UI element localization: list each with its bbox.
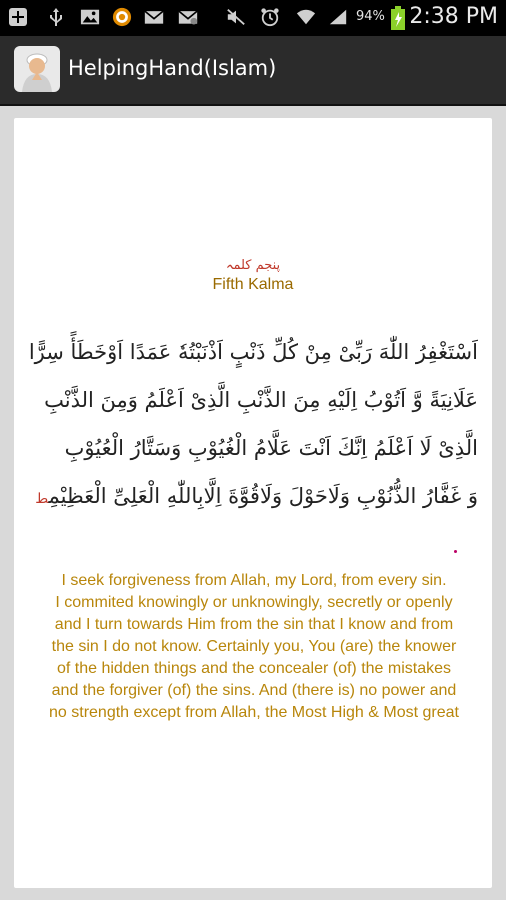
arabic-text: اَسْتَغْفِرُ اللّٰهَ رَبِّىْ مِنْ كُلِّ … — [28, 328, 478, 523]
clock: 2:38 PM — [409, 4, 498, 29]
translation-line: no strength except from Allah, the Most … — [49, 704, 459, 721]
status-bar: 94% 2:38 PM — [0, 0, 506, 36]
action-bar: HelpingHand(Islam) — [0, 36, 506, 106]
app-logo-icon[interactable] — [14, 46, 60, 92]
translation-line: I commited knowingly or unknowingly, sec… — [55, 594, 453, 611]
translation-line: and the forgiver (of) the sins. And (the… — [51, 682, 457, 699]
battery-percent: 94% — [356, 9, 385, 24]
urdu-title: پنجم کلمہ — [225, 258, 281, 273]
translation-line: of the hidden things and the concealer (… — [56, 660, 451, 677]
decorative-dot — [454, 550, 457, 553]
battery-icon — [390, 6, 406, 30]
usb-icon — [46, 7, 66, 27]
mail-alt-icon — [178, 7, 198, 27]
kalma-content-card: پنجم کلمہ Fifth Kalma اَسْتَغْفِرُ اللّٰ… — [14, 118, 492, 888]
arabic-line-text: وَ غَفَّارُ الذُّنُوْبِ وَلَاحَوْلَ وَلَ… — [48, 484, 479, 508]
english-translation: I seek forgiveness from Allah, my Lord, … — [24, 570, 484, 724]
translation-line: and I turn towards Him from the sin that… — [54, 616, 454, 633]
translation-line: I seek forgiveness from Allah, my Lord, … — [61, 572, 447, 589]
wifi-icon — [296, 7, 316, 27]
arabic-line: عَلَانِيَةً وَّ اَتُوْبُ اِلَيْهِ مِنَ ا… — [44, 388, 478, 412]
arabic-line: الَّذِیْ لَا اَعْلَمُ اِنَّكَ اَنْتَ عَل… — [64, 436, 478, 460]
app-icon — [112, 7, 132, 27]
mute-icon — [226, 7, 246, 27]
add-icon — [8, 7, 28, 27]
translation-line: the sin I do not know. Certainly you, Yo… — [51, 638, 457, 655]
mail-icon — [144, 7, 164, 27]
arabic-line: اَسْتَغْفِرُ اللّٰهَ رَبِّىْ مِنْ كُلِّ … — [28, 340, 478, 364]
stop-mark: ط — [35, 491, 49, 507]
kalma-title: Fifth Kalma — [212, 276, 294, 293]
alarm-icon — [260, 7, 280, 27]
arabic-line: وَ غَفَّارُ الذُّنُوْبِ وَلَاحَوْلَ وَلَ… — [28, 472, 478, 523]
signal-icon — [328, 7, 348, 27]
image-icon — [80, 7, 100, 27]
app-title: HelpingHand(Islam) — [68, 56, 277, 80]
